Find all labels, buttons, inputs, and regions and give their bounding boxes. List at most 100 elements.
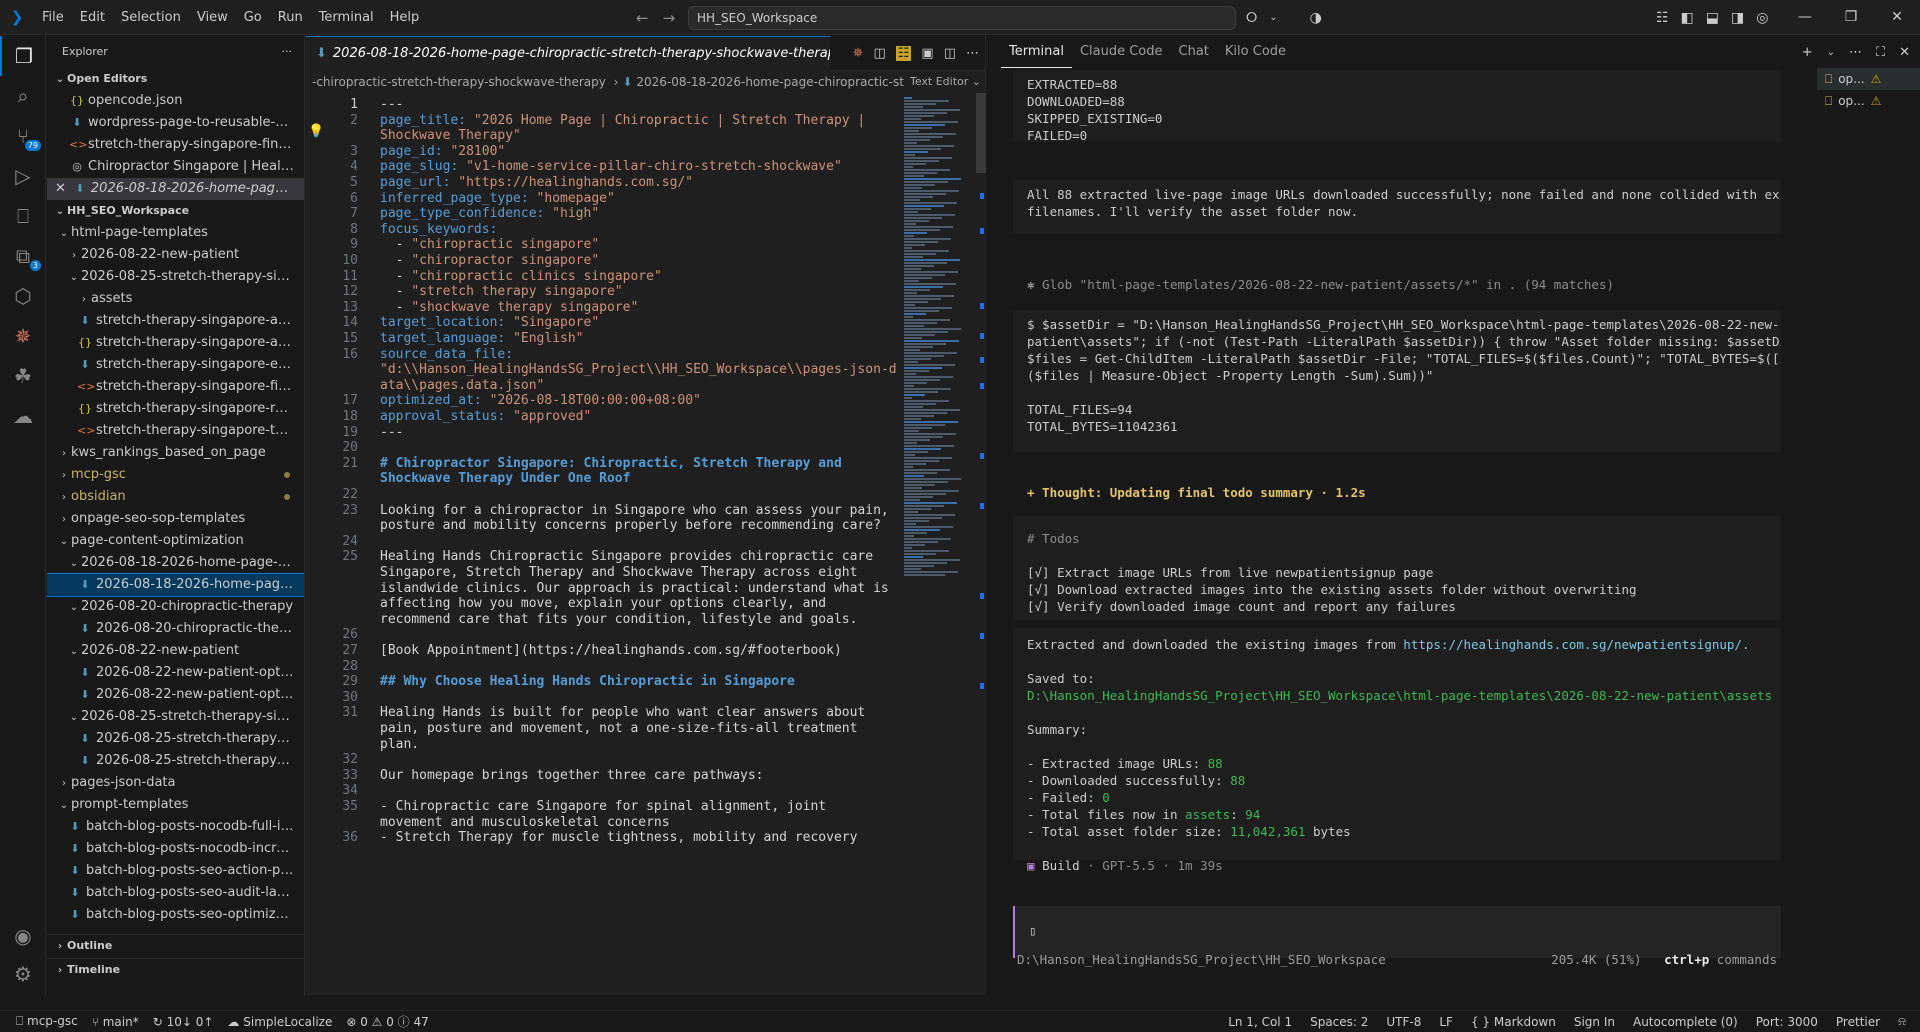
- file-item[interactable]: ⬇ stretch-therapy-singapore-eleme...: [47, 354, 304, 376]
- chevron-down-icon[interactable]: ⌄: [1269, 12, 1277, 23]
- file-item[interactable]: <>stretch-therapy-singapore-templ...: [47, 420, 304, 442]
- summary-link[interactable]: https://healinghands.com.sg/newpatientsi…: [1403, 637, 1749, 652]
- menu-edit[interactable]: Edit: [72, 0, 113, 35]
- file-item[interactable]: ⬇ stretch-therapy-singapore-analys...: [47, 310, 304, 332]
- folder-item[interactable]: › obsidian: [47, 486, 304, 508]
- file-item[interactable]: ⬇ batch-blog-posts-nocodb-increme...: [47, 838, 304, 860]
- file-item[interactable]: ⬇ batch-blog-posts-seo-optimizatio...: [47, 904, 304, 926]
- toggle-sidebar-icon[interactable]: ◧: [1681, 10, 1694, 26]
- code-area[interactable]: 1 --- 2 page_title: "2026 Home Page | Chiro…: [306, 93, 896, 995]
- folder-item[interactable]: › kws_rankings_based_on_page: [47, 442, 304, 464]
- folder-item[interactable]: ⌄ 2026-08-22-new-patient: [47, 640, 304, 662]
- open-preview-icon[interactable]: ◫: [873, 46, 885, 61]
- open-editor-item[interactable]: ⬇ wordpress-page-to-reusable-ht...: [47, 112, 304, 134]
- status-left-item[interactable]: ↻ 10↓ 0↑: [153, 1015, 214, 1029]
- status-left-item[interactable]: ⑂ main*: [92, 1015, 139, 1029]
- panel-tab-chat[interactable]: Chat: [1171, 36, 1217, 68]
- file-item[interactable]: ⬇ 2026-08-25-stretch-therapy-sing...: [47, 728, 304, 750]
- folder-item[interactable]: › onpage-seo-sop-templates: [47, 508, 304, 530]
- file-item[interactable]: {} stretch-therapy-singapore-asset-...: [47, 332, 304, 354]
- accounts-round-icon[interactable]: ◑: [1310, 10, 1322, 26]
- status-left-item[interactable]: ⊗ 0 ⚠ 0 ⓘ 47: [346, 1013, 428, 1030]
- workspace-section[interactable]: ⌄ HH_SEO_Workspace: [47, 200, 304, 222]
- menu-terminal[interactable]: Terminal: [311, 0, 382, 35]
- timeline-section[interactable]: › Timeline: [47, 958, 304, 980]
- split-editor-icon[interactable]: ◫: [944, 46, 956, 61]
- new-terminal-icon[interactable]: +: [1802, 45, 1813, 60]
- copilot-icon[interactable]: ⭘: [1246, 10, 1257, 26]
- claude-action-icon[interactable]: ✵: [853, 46, 864, 61]
- folder-item[interactable]: › pages-json-data: [47, 772, 304, 794]
- status-right-item[interactable]: LF: [1439, 1015, 1453, 1029]
- status-right-item[interactable]: Prettier: [1836, 1015, 1880, 1029]
- folder-item[interactable]: ⌄ html-page-templates: [47, 222, 304, 244]
- file-item[interactable]: ⬇ 2026-08-22-new-patient-optimiz...: [47, 684, 304, 706]
- status-right-item[interactable]: Autocomplete (0): [1633, 1015, 1738, 1029]
- menu-view[interactable]: View: [189, 0, 236, 35]
- more-actions-icon[interactable]: ···: [282, 36, 293, 68]
- breadcrumb-folder[interactable]: -chiropractic-stretch-therapy-shockwave-…: [312, 75, 606, 89]
- cloud-icon[interactable]: ☁: [0, 396, 46, 436]
- file-item[interactable]: ⬇ 2026-08-20-chiropractic-therapy...: [47, 618, 304, 640]
- more-actions-icon[interactable]: ⋯: [966, 46, 979, 61]
- forward-arrow-icon[interactable]: →: [663, 9, 676, 27]
- globe-icon[interactable]: ◎: [1756, 10, 1768, 26]
- panel-tab-terminal[interactable]: Terminal: [1001, 36, 1072, 68]
- extensions-icon[interactable]: ⧉ 3: [0, 236, 46, 276]
- settings-gear-icon[interactable]: ⚙: [0, 954, 46, 994]
- folder-item[interactable]: › mcp-gsc: [47, 464, 304, 486]
- status-right-item[interactable]: Sign In: [1574, 1015, 1615, 1029]
- status-left-item[interactable]: ☁ SimpleLocalize: [227, 1015, 332, 1029]
- close-panel-icon[interactable]: ✕: [1899, 45, 1910, 60]
- folder-item[interactable]: ⌄ page-content-optimization: [47, 530, 304, 552]
- account-avatar-icon[interactable]: ◉: [0, 916, 46, 956]
- containers-icon[interactable]: ⬡: [0, 276, 46, 316]
- status-right-item[interactable]: Port: 3000: [1756, 1015, 1818, 1029]
- maximize-panel-icon[interactable]: ⛶: [1876, 45, 1885, 60]
- chevron-down-icon[interactable]: ⌄: [1827, 47, 1835, 58]
- file-item[interactable]: <>stretch-therapy-singapore-final.h...: [47, 376, 304, 398]
- explorer-icon[interactable]: ❐: [0, 36, 46, 76]
- minimize-icon[interactable]: —: [1782, 0, 1828, 35]
- open-editor-item[interactable]: ◎ Chiropractor Singapore | Heali.....: [47, 156, 304, 178]
- menu-go[interactable]: Go: [236, 0, 270, 35]
- status-right-item[interactable]: { } Markdown: [1471, 1015, 1556, 1029]
- folder-item[interactable]: › assets: [47, 288, 304, 310]
- folder-item[interactable]: ⌄ 2026-08-25-stretch-therapy-singa...: [47, 706, 304, 728]
- file-item[interactable]: ⬇ batch-blog-posts-seo-action-plan-...: [47, 860, 304, 882]
- editor-tab-active[interactable]: ⬇ 2026-08-18-2026-home-page-chiropractic-…: [306, 35, 830, 71]
- status-right-item[interactable]: Ln 1, Col 1: [1228, 1015, 1292, 1029]
- search-icon[interactable]: ⌕: [0, 76, 46, 116]
- folder-item[interactable]: ⌄ 2026-08-18-2026-home-page-chir...: [47, 552, 304, 574]
- menu-help[interactable]: Help: [382, 0, 428, 35]
- toggle-secondary-sidebar-icon[interactable]: ◨: [1731, 10, 1744, 26]
- folder-item[interactable]: ⌄ 2026-08-25-stretch-therapy-singa...: [47, 266, 304, 288]
- outline-section[interactable]: › Outline: [47, 934, 304, 956]
- bell-icon[interactable]: ⍾: [1898, 1014, 1906, 1029]
- open-editor-item[interactable]: ✕ ⬇ 2026-08-18-2026-home-page-ch...: [47, 178, 304, 200]
- open-editor-item[interactable]: <>stretch-therapy-singapore-final....: [47, 134, 304, 156]
- claude-icon[interactable]: ✵: [0, 316, 46, 356]
- terminal-output[interactable]: EXTRACTED=88 DOWNLOADED=88 SKIPPED_EXISTIN…: [1001, 70, 1781, 958]
- layout-customize-icon[interactable]: ☷: [1656, 10, 1669, 26]
- open-editor-item[interactable]: {} opencode.json: [47, 90, 304, 112]
- file-item[interactable]: ⬇ 2026-08-25-stretch-therapy-sing...: [47, 750, 304, 772]
- menu-run[interactable]: Run: [270, 0, 311, 35]
- terminal-instance[interactable]: ⎕ op... ⚠: [1817, 68, 1920, 90]
- highlight-icon[interactable]: ☷: [895, 46, 912, 61]
- restore-icon[interactable]: ❐: [1828, 0, 1874, 35]
- text-editor-label[interactable]: Text Editor ⌄: [903, 71, 981, 93]
- lightbulb-icon[interactable]: 💡: [308, 124, 324, 139]
- toggle-box-icon[interactable]: ▣: [921, 46, 933, 61]
- run-debug-icon[interactable]: ▷: [0, 156, 46, 196]
- minimap-slider[interactable]: [976, 93, 986, 173]
- status-right-item[interactable]: UTF-8: [1386, 1015, 1421, 1029]
- status-right-item[interactable]: Spaces: 2: [1310, 1015, 1368, 1029]
- file-item[interactable]: ⬇ batch-blog-posts-seo-audit-last-9...: [47, 882, 304, 904]
- breadcrumb-file[interactable]: 2026-08-18-2026-home-page-chiropractic-s…: [636, 75, 920, 89]
- minimap[interactable]: [902, 93, 986, 995]
- open-editors-section[interactable]: ⌄ Open Editors: [47, 68, 304, 90]
- back-arrow-icon[interactable]: ←: [636, 9, 649, 27]
- close-icon[interactable]: ✕: [55, 181, 66, 196]
- status-left-item[interactable]: ⎕ mcp-gsc: [16, 1014, 78, 1029]
